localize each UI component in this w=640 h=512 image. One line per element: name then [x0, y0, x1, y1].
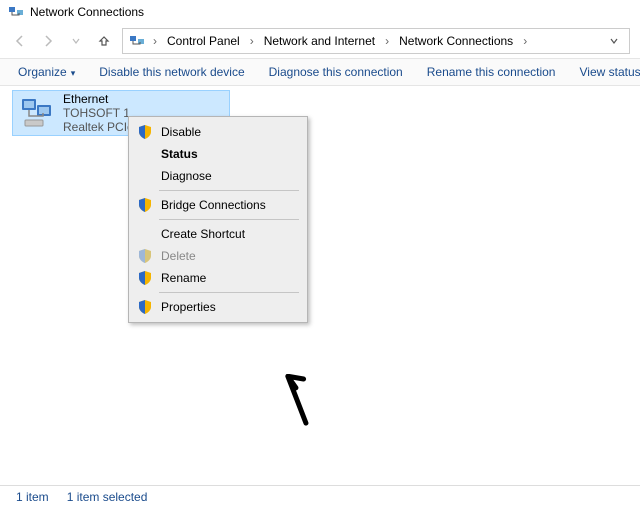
- connection-adapter: Realtek PCIe: [63, 120, 134, 134]
- breadcrumb-network-connections[interactable]: Network Connections: [397, 32, 515, 50]
- uac-shield-icon: [137, 270, 153, 286]
- separator: [159, 219, 299, 220]
- context-menu: Disable Status Diagnose Bridge Connectio…: [128, 116, 308, 323]
- separator: [159, 292, 299, 293]
- ctx-status-label: Status: [161, 147, 198, 161]
- ctx-diagnose[interactable]: Diagnose: [131, 165, 305, 187]
- ctx-rename[interactable]: Rename: [131, 267, 305, 289]
- item-selected: 1 item selected: [67, 490, 148, 504]
- network-connections-icon: [8, 4, 24, 20]
- rename-button[interactable]: Rename this connection: [427, 65, 556, 79]
- uac-shield-icon: [137, 248, 153, 264]
- nav-bar: › Control Panel › Network and Internet ›…: [0, 24, 640, 58]
- chevron-right-icon[interactable]: ›: [521, 34, 529, 48]
- connection-network: TOHSOFT 1: [63, 106, 134, 120]
- ctx-bridge-label: Bridge Connections: [161, 198, 266, 212]
- chevron-right-icon[interactable]: ›: [151, 34, 159, 48]
- disable-device-button[interactable]: Disable this network device: [99, 65, 244, 79]
- chevron-right-icon[interactable]: ›: [248, 34, 256, 48]
- ctx-disable-label: Disable: [161, 125, 201, 139]
- address-bar[interactable]: › Control Panel › Network and Internet ›…: [122, 28, 630, 54]
- recent-dropdown[interactable]: [66, 31, 86, 51]
- uac-shield-icon: [137, 197, 153, 213]
- ctx-rename-label: Rename: [161, 271, 206, 285]
- separator: [159, 190, 299, 191]
- annotation-arrow: [278, 374, 318, 429]
- ctx-disable[interactable]: Disable: [131, 121, 305, 143]
- connection-name: Ethernet: [63, 92, 134, 106]
- ctx-delete: Delete: [131, 245, 305, 267]
- breadcrumb-network-internet[interactable]: Network and Internet: [262, 32, 377, 50]
- content-area: Ethernet TOHSOFT 1 Realtek PCIe Disable …: [0, 86, 640, 466]
- ctx-shortcut[interactable]: Create Shortcut: [131, 223, 305, 245]
- ctx-diagnose-label: Diagnose: [161, 169, 212, 183]
- uac-shield-icon: [137, 299, 153, 315]
- ctx-shortcut-label: Create Shortcut: [161, 227, 245, 241]
- up-button[interactable]: [94, 31, 114, 51]
- back-button[interactable]: [10, 31, 30, 51]
- forward-button[interactable]: [38, 31, 58, 51]
- ethernet-adapter-icon: [19, 95, 55, 131]
- ctx-delete-label: Delete: [161, 249, 196, 263]
- title-bar: Network Connections: [0, 0, 640, 24]
- uac-shield-icon: [137, 124, 153, 140]
- network-connections-icon: [129, 33, 145, 49]
- connection-text: Ethernet TOHSOFT 1 Realtek PCIe: [63, 92, 134, 134]
- ctx-bridge[interactable]: Bridge Connections: [131, 194, 305, 216]
- view-status-button[interactable]: View status of this conne: [579, 65, 640, 79]
- ctx-properties[interactable]: Properties: [131, 296, 305, 318]
- address-dropdown[interactable]: [609, 36, 623, 46]
- status-bar: 1 item 1 item selected: [0, 485, 640, 508]
- organize-menu[interactable]: Organize: [18, 65, 75, 79]
- window-title: Network Connections: [30, 5, 144, 19]
- chevron-right-icon[interactable]: ›: [383, 34, 391, 48]
- ctx-status[interactable]: Status: [131, 143, 305, 165]
- toolbar: Organize Disable this network device Dia…: [0, 58, 640, 86]
- breadcrumb-control-panel[interactable]: Control Panel: [165, 32, 242, 50]
- diagnose-button[interactable]: Diagnose this connection: [269, 65, 403, 79]
- ctx-properties-label: Properties: [161, 300, 216, 314]
- item-count: 1 item: [16, 490, 49, 504]
